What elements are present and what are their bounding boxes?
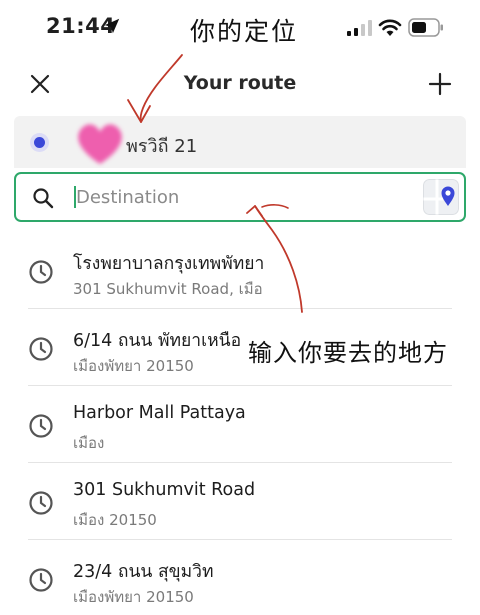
clock-icon [29, 260, 53, 284]
signal-icon [347, 20, 372, 36]
divider [28, 462, 452, 463]
clock-icon [29, 491, 53, 515]
list-item-subtitle: เมือง [73, 434, 105, 452]
origin-dot-icon [30, 133, 49, 152]
list-item-title: 23/4 ถนน สุขุมวิท [73, 562, 214, 582]
destination-search-box [14, 172, 466, 222]
plus-icon[interactable] [426, 70, 454, 98]
list-item[interactable]: 301 Sukhumvit Road เมือง 20150 [0, 464, 480, 540]
destination-input[interactable] [72, 182, 412, 212]
list-item-subtitle: 301 Sukhumvit Road, เมือง [73, 280, 263, 298]
divider [28, 308, 452, 309]
clock-icon [29, 414, 53, 438]
battery-icon [408, 18, 443, 37]
text-caret [74, 186, 76, 208]
clock-icon [29, 337, 53, 361]
annotation-location-hint: 你的定位 [190, 17, 299, 46]
list-item-title: โรงพยาบาลกรุงเทพพัทยา [73, 254, 265, 274]
origin-text: พรวิถี 21 [126, 136, 198, 157]
list-item[interactable]: Harbor Mall Pattaya เมือง [0, 387, 480, 463]
list-item-title: 301 Sukhumvit Road [73, 480, 256, 500]
redaction-blob [78, 124, 122, 164]
list-item-title: Harbor Mall Pattaya [73, 403, 246, 423]
clock-icon [29, 568, 53, 592]
list-item[interactable]: โรงพยาบาลกรุงเทพพัทยา 301 Sukhumvit Road… [0, 233, 480, 309]
list-item-subtitle: เมืองพัทยา 20150 [73, 357, 194, 375]
wifi-icon [378, 19, 402, 36]
search-icon [33, 188, 54, 209]
page-title: Your route [183, 72, 297, 94]
location-arrow-icon [104, 18, 120, 34]
annotation-input-hint: 输入你要去的地方 [248, 333, 452, 368]
list-item-subtitle: เมืองพัทยา 20150 [73, 588, 194, 606]
map-pin-icon[interactable] [423, 179, 459, 215]
list-item-subtitle: เมือง 20150 [73, 511, 157, 529]
divider [28, 539, 452, 540]
route-header: Your route [0, 58, 480, 110]
list-item-title: 6/14 ถนน พัทยาเหนือ [73, 331, 242, 351]
list-item[interactable]: 23/4 ถนน สุขุมวิท เมืองพัทยา 20150 [0, 541, 480, 615]
divider [28, 385, 452, 386]
